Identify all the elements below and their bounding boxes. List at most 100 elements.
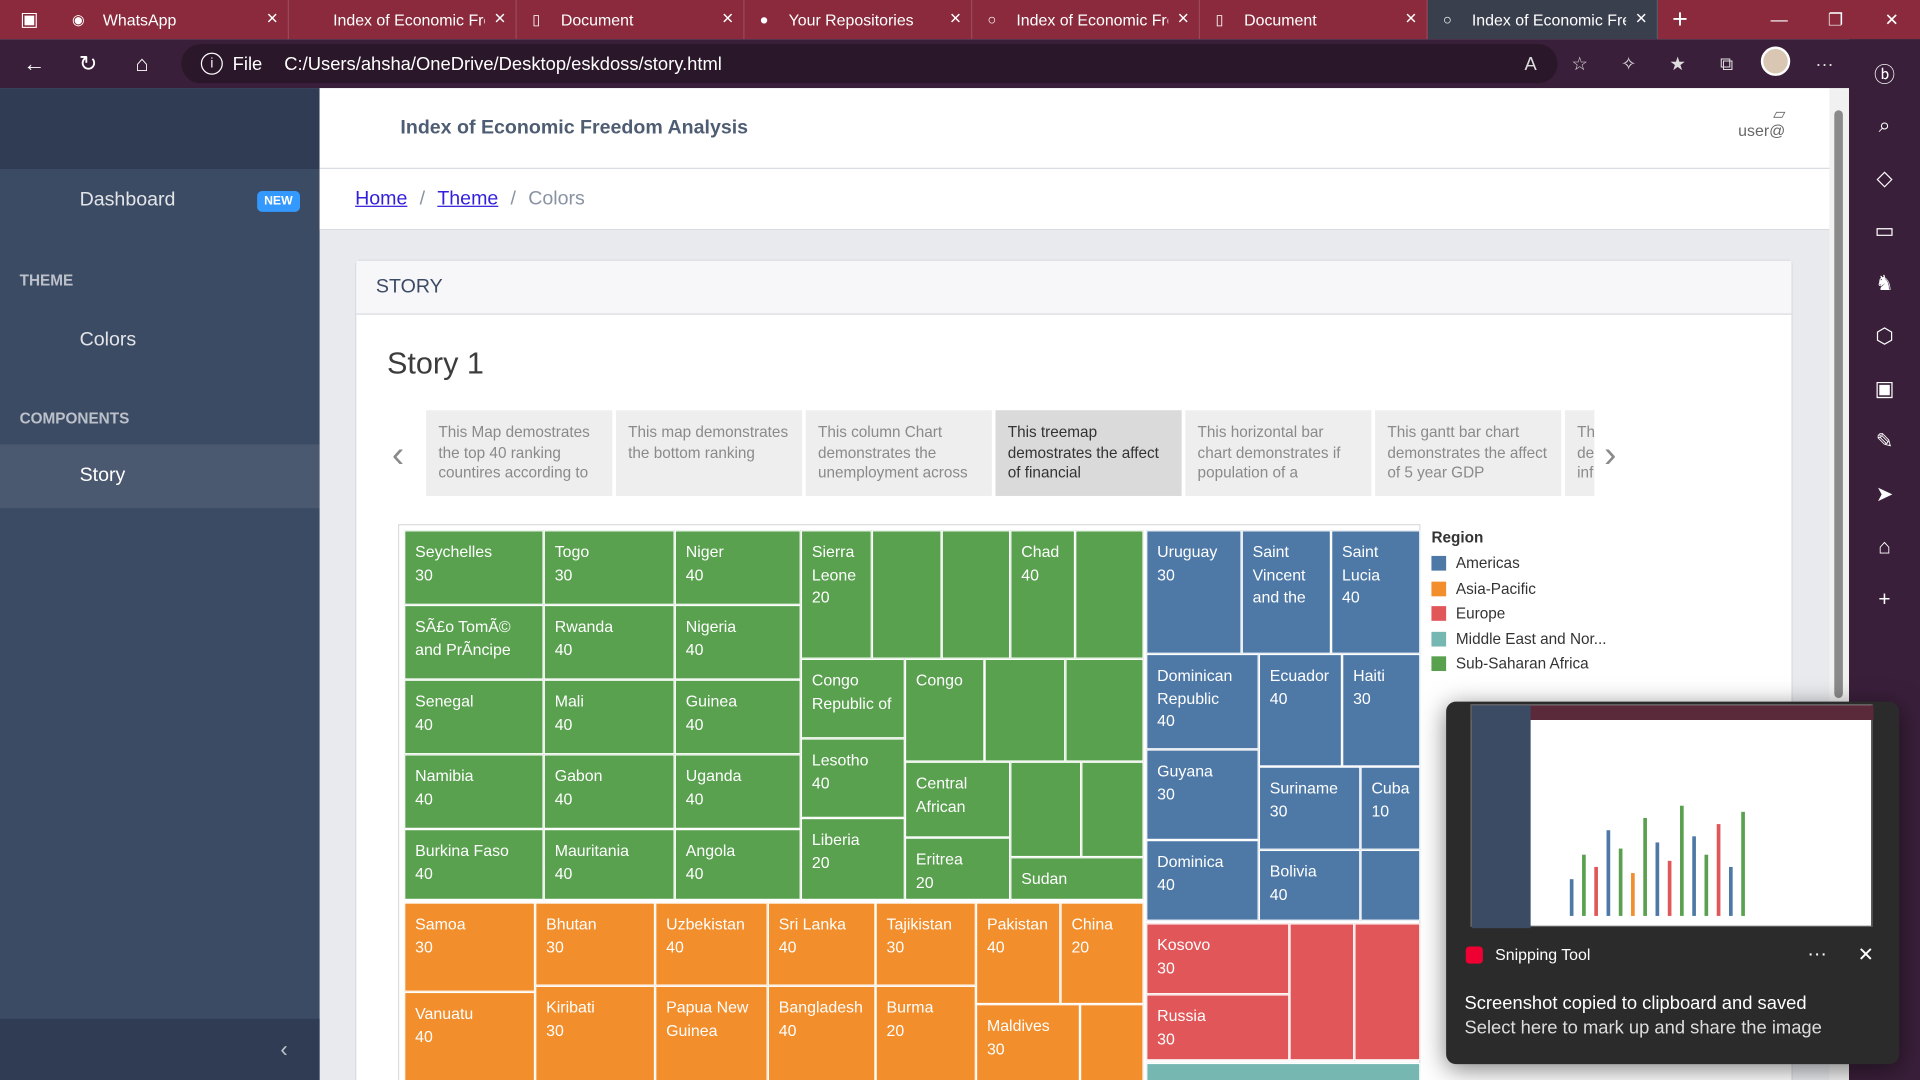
briefcase-icon[interactable]: ▭ bbox=[1849, 204, 1920, 257]
treemap-cell[interactable]: Togo 30 bbox=[543, 530, 675, 605]
treemap-cell[interactable] bbox=[1080, 1004, 1144, 1080]
scrollbar-thumb[interactable] bbox=[1834, 110, 1843, 698]
treemap-cell[interactable] bbox=[1075, 530, 1144, 659]
tab-actions-menu-icon[interactable]: ▣ bbox=[0, 0, 59, 39]
story-point[interactable]: This column Chart demonstrates the unemp… bbox=[805, 410, 992, 496]
refresh-icon[interactable]: ↻ bbox=[61, 39, 115, 88]
url-text[interactable]: C:/Users/ahsha/OneDrive/Desktop/eskdoss/… bbox=[284, 53, 722, 74]
story-point-selected[interactable]: This treemap demostrates the affect of f… bbox=[995, 410, 1182, 496]
collections-icon[interactable]: ⧉ bbox=[1702, 53, 1751, 74]
legend-item[interactable]: Europe bbox=[1431, 601, 1606, 626]
legend-item[interactable]: Americas bbox=[1431, 551, 1606, 576]
treemap-cell[interactable]: Kosovo 30 bbox=[1146, 923, 1290, 995]
treemap-cell[interactable] bbox=[1081, 761, 1144, 858]
close-icon[interactable]: × bbox=[1178, 9, 1189, 31]
close-icon[interactable]: × bbox=[1636, 9, 1647, 31]
more-options-icon[interactable]: ··· bbox=[1807, 944, 1827, 966]
profile-avatar[interactable] bbox=[1751, 46, 1800, 81]
treemap-cell[interactable]: Burkina Faso 40 bbox=[404, 828, 544, 901]
tab-whatsapp[interactable]: ◉ WhatsApp × bbox=[59, 0, 289, 40]
tab-repositories[interactable]: ● Your Repositories × bbox=[744, 0, 973, 40]
treemap-cell[interactable]: Central African bbox=[904, 761, 1011, 838]
close-icon[interactable]: × bbox=[1405, 9, 1416, 31]
back-icon[interactable]: ← bbox=[7, 39, 61, 88]
add-favorite-icon[interactable]: ☆ bbox=[1555, 53, 1604, 75]
home-icon[interactable]: ⌂ bbox=[115, 39, 169, 88]
story-point[interactable]: This horizontal bar chart demonstrates i… bbox=[1185, 410, 1372, 496]
treemap-cell[interactable]: Uruguay 30 bbox=[1146, 530, 1242, 654]
user-avatar[interactable]: ▱ user@ bbox=[1738, 105, 1785, 139]
treemap-cell[interactable]: Liberia 20 bbox=[800, 817, 905, 901]
treemap-cell[interactable]: Saint Lucia 40 bbox=[1331, 530, 1421, 654]
treemap-cell[interactable]: Tajikistan 30 bbox=[875, 902, 976, 986]
close-window-icon[interactable]: ✕ bbox=[1864, 0, 1920, 39]
story-point[interactable]: This Map demostrates the top 40 ranking … bbox=[426, 410, 613, 496]
treemap-cell[interactable]: Sudan bbox=[1010, 857, 1144, 901]
treemap-cell[interactable]: Nigeria 40 bbox=[674, 604, 801, 680]
sidebar-item-colors[interactable]: Colors bbox=[0, 309, 320, 373]
legend-item[interactable]: Sub-Saharan Africa bbox=[1431, 651, 1606, 676]
treemap-cell[interactable] bbox=[1354, 923, 1421, 1061]
breadcrumb-home[interactable]: Home bbox=[355, 188, 407, 210]
treemap-cell[interactable]: Guinea 40 bbox=[674, 679, 801, 755]
treemap-cell[interactable]: Russia 30 bbox=[1146, 994, 1290, 1061]
treemap-cell[interactable] bbox=[1360, 849, 1421, 921]
treemap-cell[interactable]: Bolivia 40 bbox=[1258, 849, 1361, 921]
read-aloud-icon[interactable]: A bbox=[1506, 53, 1555, 74]
tab-document-1[interactable]: ▯ Document × bbox=[517, 0, 745, 40]
treemap-cell[interactable] bbox=[941, 530, 1011, 659]
tab-document-2[interactable]: ▯ Document × bbox=[1200, 0, 1428, 40]
story-point[interactable]: This des inf bbox=[1564, 410, 1595, 496]
bing-icon[interactable]: ⓑ bbox=[1849, 47, 1920, 100]
treemap-cell[interactable]: Namibia 40 bbox=[404, 754, 544, 829]
screenshot-thumbnail[interactable] bbox=[1470, 704, 1874, 929]
treemap-cell[interactable]: Papua New Guinea bbox=[655, 985, 768, 1080]
breadcrumb-theme[interactable]: Theme bbox=[437, 188, 498, 210]
office-icon[interactable]: ⬡ bbox=[1849, 310, 1920, 363]
treemap-cell[interactable]: Gabon 40 bbox=[543, 754, 675, 829]
treemap-cell[interactable]: Uzbekistan 40 bbox=[655, 902, 768, 986]
treemap-cell[interactable]: Cuba 10 bbox=[1360, 766, 1421, 850]
close-icon[interactable]: × bbox=[950, 9, 961, 31]
close-icon[interactable]: × bbox=[722, 9, 733, 31]
search-icon[interactable]: ⌕ bbox=[1849, 99, 1920, 152]
treemap-cell[interactable]: Haiti 30 bbox=[1342, 653, 1421, 767]
treemap-cell[interactable]: SÃ£o TomÃ© and PrÃncipe bbox=[404, 604, 544, 680]
treemap-cell[interactable] bbox=[1010, 761, 1082, 858]
treemap-cell[interactable]: Kiribati 30 bbox=[535, 985, 656, 1080]
treemap-cell[interactable]: Eritrea 20 bbox=[904, 837, 1011, 901]
drop-icon[interactable]: ⌂ bbox=[1849, 520, 1920, 573]
treemap-cell[interactable]: Congo bbox=[904, 658, 985, 762]
restore-icon[interactable]: ❐ bbox=[1807, 0, 1863, 39]
close-icon[interactable]: ✕ bbox=[1858, 943, 1874, 967]
treemap-cell[interactable]: Saint Vincent and the bbox=[1241, 530, 1332, 654]
treemap-cell[interactable]: Uganda 40 bbox=[674, 754, 801, 829]
favorites-icon[interactable]: ★ bbox=[1653, 53, 1702, 75]
treemap-cell[interactable]: Guyana 30 bbox=[1146, 749, 1259, 841]
treemap-cell[interactable] bbox=[1146, 1062, 1421, 1080]
treemap-cell[interactable]: China 20 bbox=[1060, 902, 1144, 1005]
snipping-tool-notification[interactable]: Snipping Tool ··· ✕ Screenshot copied to… bbox=[1446, 701, 1900, 1065]
close-icon[interactable]: × bbox=[267, 9, 278, 31]
treemap-cell[interactable]: Seychelles 30 bbox=[404, 530, 544, 605]
treemap-cell[interactable]: Samoa 30 bbox=[404, 902, 536, 992]
tab-index-2[interactable]: ○ Index of Economic Fre × bbox=[972, 0, 1201, 40]
treemap-cell[interactable]: Senegal 40 bbox=[404, 679, 544, 755]
tag-icon[interactable]: ◇ bbox=[1849, 152, 1920, 205]
treemap-cell[interactable] bbox=[1289, 923, 1355, 1061]
sidebar-item-dashboard[interactable]: Dashboard NEW bbox=[0, 169, 320, 233]
treemap-cell[interactable]: Niger 40 bbox=[674, 530, 801, 605]
legend-item[interactable]: Middle East and Nor... bbox=[1431, 626, 1607, 651]
minimize-icon[interactable]: — bbox=[1751, 0, 1807, 39]
treemap-cell[interactable]: Chad 40 bbox=[1010, 530, 1076, 659]
address-field[interactable]: i File C:/Users/ahsha/OneDrive/Desktop/e… bbox=[181, 44, 1558, 84]
treemap-cell[interactable]: Maldives 30 bbox=[975, 1004, 1081, 1080]
treemap-cell[interactable]: Bhutan 30 bbox=[535, 902, 656, 986]
sidebar-item-story[interactable]: Story bbox=[0, 444, 320, 509]
games-icon[interactable]: ♞ bbox=[1849, 257, 1920, 310]
treemap-cell[interactable] bbox=[984, 658, 1066, 762]
treemap-cell[interactable] bbox=[1065, 658, 1144, 762]
add-icon[interactable]: + bbox=[1849, 573, 1920, 626]
treemap-cell[interactable]: Dominica 40 bbox=[1146, 840, 1259, 921]
treemap-cell[interactable]: Bangladesh 40 bbox=[767, 985, 876, 1080]
